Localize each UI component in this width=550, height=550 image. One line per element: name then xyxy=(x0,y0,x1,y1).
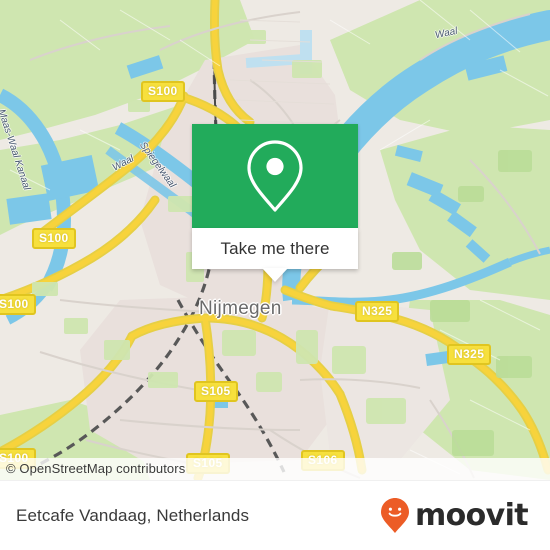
road-shield: N325 xyxy=(355,301,400,322)
place-callout[interactable]: Take me there xyxy=(192,124,358,282)
moovit-smiley-pin-icon xyxy=(380,498,409,533)
callout-image-panel xyxy=(192,124,358,228)
map-attribution: © OpenStreetMap contributors xyxy=(0,458,550,480)
moovit-place-map-screen: S100 S100 S100 S100 S105 S105 S106 N325 … xyxy=(0,0,550,550)
callout-pointer xyxy=(262,268,288,282)
take-me-there-button[interactable]: Take me there xyxy=(192,228,358,282)
map-pin-icon xyxy=(247,140,303,212)
footer-bar: Eetcafe Vandaag, Netherlands moovit xyxy=(0,480,550,550)
take-me-there-label: Take me there xyxy=(220,238,330,258)
moovit-wordmark: moovit xyxy=(414,498,529,533)
road-shield: S105 xyxy=(194,381,238,402)
place-name: Eetcafe Vandaag, Netherlands xyxy=(16,505,250,525)
road-shield: S100 xyxy=(32,228,76,249)
road-shield: S100 xyxy=(0,294,36,315)
moovit-brand[interactable]: moovit xyxy=(380,497,529,534)
road-shield: S100 xyxy=(141,81,185,102)
road-shield: N325 xyxy=(447,344,492,365)
